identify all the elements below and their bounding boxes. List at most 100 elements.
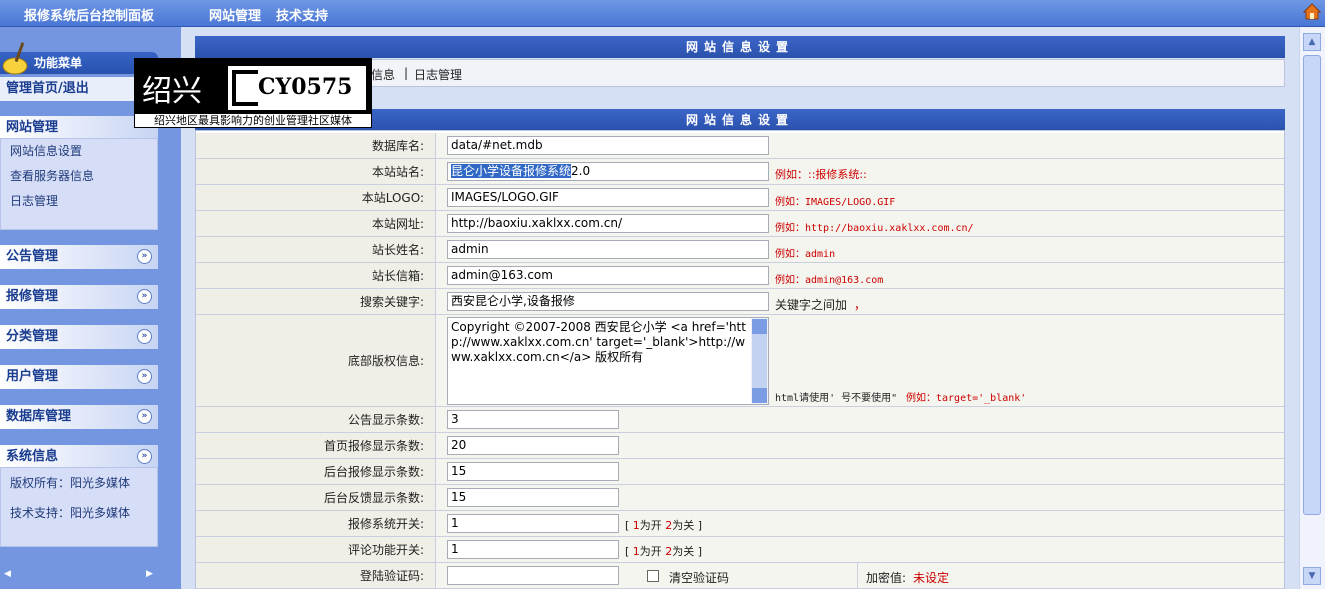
nav-tech-support[interactable]: 技术支持 bbox=[276, 5, 328, 24]
comment-switch-hint: [ 1为开 2为关 ] bbox=[625, 545, 703, 558]
admin-name-input[interactable]: admin bbox=[447, 240, 769, 259]
form-row-home-repair-count: 首页报修显示条数: 20 bbox=[196, 433, 1284, 459]
sidebar-section-label: 系统信息 bbox=[6, 449, 59, 464]
field-label: 本站网址: bbox=[196, 211, 436, 236]
sidebar-horizontal-scrollbar[interactable]: ◀ ▶ bbox=[0, 566, 181, 586]
form-row-admin-repair-count: 后台报修显示条数: 15 bbox=[196, 459, 1284, 485]
field-label: 报修系统开关: bbox=[196, 511, 436, 536]
keywords-hint: 关键字之间加 bbox=[775, 298, 848, 312]
tech-support-text: 技术支持：阳光多媒体 bbox=[10, 506, 131, 520]
encrypt-label: 加密值: bbox=[866, 571, 907, 585]
logo-brand-text: CY0575 bbox=[258, 74, 353, 100]
sidebar-item-site-info-settings[interactable]: 网站信息设置 bbox=[1, 139, 157, 164]
sidebar-section-label: 数据库管理 bbox=[6, 409, 72, 424]
field-label: 站长信箱: bbox=[196, 263, 436, 288]
logo-bracket-icon bbox=[232, 70, 258, 106]
sidebar-section-system-info[interactable]: 系统信息 » bbox=[0, 445, 158, 469]
form-row-admin-feedback-count: 后台反馈显示条数: 15 bbox=[196, 485, 1284, 511]
sidebar-section-user-management[interactable]: 用户管理 » bbox=[0, 365, 158, 389]
site-url-input[interactable]: http://baoxiu.xaklxx.com.cn/ bbox=[447, 214, 769, 233]
admin-name-hint: 例如：admin bbox=[775, 249, 836, 260]
site-url-hint: 例如：http://baoxiu.xaklxx.com.cn/ bbox=[775, 223, 974, 234]
scroll-up-button[interactable] bbox=[752, 319, 767, 334]
logo-city-text: 绍兴 bbox=[142, 74, 202, 109]
clear-code-checkbox[interactable] bbox=[647, 570, 659, 582]
textarea-scrollbar[interactable] bbox=[751, 318, 768, 404]
scroll-down-button[interactable] bbox=[752, 388, 767, 403]
copyright-hint-example: 例如：target='_blank' bbox=[906, 393, 1027, 404]
comment-switch-input[interactable]: 1 bbox=[447, 540, 619, 559]
field-label: 公告显示条数: bbox=[196, 407, 436, 432]
scroll-thumb[interactable] bbox=[1303, 55, 1321, 515]
admin-email-hint: 例如：admin@163.com bbox=[775, 275, 884, 286]
hint-open-text: 为开 bbox=[639, 519, 662, 532]
chevron-down-icon[interactable]: » bbox=[137, 289, 152, 304]
tab-info[interactable]: 信息 bbox=[371, 66, 395, 83]
sidebar-section-label: 公告管理 bbox=[6, 249, 59, 264]
hint-close-text: 为关 bbox=[672, 519, 695, 532]
db-name-input[interactable]: data/#net.mdb bbox=[447, 136, 769, 155]
chevron-down-icon[interactable]: » bbox=[137, 409, 152, 424]
panel-header: 网站信息设置 bbox=[195, 36, 1285, 58]
nav-site-management[interactable]: 网站管理 bbox=[209, 5, 261, 24]
hint-open-value: 1 bbox=[632, 545, 640, 558]
scroll-down-icon[interactable]: ▼ bbox=[1303, 567, 1321, 585]
main-vertical-scrollbar[interactable]: ▲ ▼ bbox=[1299, 27, 1325, 589]
cy0575-logo[interactable]: 绍兴 CY0575 绍兴地区最具影响力的创业管理社区媒体 bbox=[134, 58, 372, 128]
sidebar-item-server-info[interactable]: 查看服务器信息 bbox=[1, 164, 157, 189]
app-title: 报修系统后台控制面板 bbox=[24, 9, 155, 24]
form-row-keywords: 搜索关键字: 西安昆仑小学,设备报修 关键字之间加 ， bbox=[196, 289, 1284, 315]
chevron-down-icon[interactable]: » bbox=[137, 369, 152, 384]
site-settings-form: 数据库名: data/#net.mdb 本站站名: 昆仑小学设备报修系统2.0 … bbox=[195, 130, 1285, 589]
field-label: 本站站名: bbox=[196, 159, 436, 184]
tab-log-management[interactable]: 日志管理 bbox=[414, 66, 462, 83]
sidebar-item-log-management[interactable]: 日志管理 bbox=[1, 189, 157, 214]
copyright-owner-text: 版权所有：阳光多媒体 bbox=[10, 476, 131, 490]
form-row-db-name: 数据库名: data/#net.mdb bbox=[196, 133, 1284, 159]
field-label: 评论功能开关: bbox=[196, 537, 436, 562]
logo-brand-box: CY0575 bbox=[228, 66, 366, 110]
unselected-text: 2.0 bbox=[571, 164, 591, 178]
keywords-input[interactable]: 西安昆仑小学,设备报修 bbox=[447, 292, 769, 311]
sidebar-section-category-management[interactable]: 分类管理 » bbox=[0, 325, 158, 349]
chevron-down-icon[interactable]: » bbox=[137, 449, 152, 464]
field-label: 底部版权信息: bbox=[196, 315, 436, 406]
site-logo-input[interactable]: IMAGES/LOGO.GIF bbox=[447, 188, 769, 207]
form-row-login-code: 登陆验证码: 清空验证码 加密值: 未设定 bbox=[196, 563, 1284, 589]
broom-icon bbox=[2, 42, 28, 75]
repair-switch-hint: [ 1为开 2为关 ] bbox=[625, 519, 703, 532]
admin-feedback-count-input[interactable]: 15 bbox=[447, 488, 619, 507]
selected-text: 昆仑小学设备报修系统 bbox=[451, 164, 572, 178]
sidebar-site-management-list: 网站信息设置 查看服务器信息 日志管理 bbox=[0, 138, 158, 230]
field-label: 首页报修显示条数: bbox=[196, 433, 436, 458]
login-code-input[interactable] bbox=[447, 566, 619, 585]
home-icon[interactable] bbox=[1303, 3, 1321, 21]
scroll-left-icon[interactable]: ◀ bbox=[4, 569, 11, 579]
scroll-up-icon[interactable]: ▲ bbox=[1303, 33, 1321, 51]
scroll-right-icon[interactable]: ▶ bbox=[146, 569, 153, 579]
scroll-thumb[interactable] bbox=[752, 334, 767, 388]
home-repair-count-input[interactable]: 20 bbox=[447, 436, 619, 455]
tab-separator: | bbox=[404, 66, 409, 80]
logo-slogan: 绍兴地区最具影响力的创业管理社区媒体 bbox=[134, 113, 372, 128]
site-name-hint: 例如：::报修系统:: bbox=[775, 168, 867, 181]
form-row-repair-switch: 报修系统开关: 1 [ 1为开 2为关 ] bbox=[196, 511, 1284, 537]
sidebar-section-label: 分类管理 bbox=[6, 329, 59, 344]
form-row-site-logo: 本站LOGO: IMAGES/LOGO.GIF 例如：IMAGES/LOGO.G… bbox=[196, 185, 1284, 211]
admin-email-input[interactable]: admin@163.com bbox=[447, 266, 769, 285]
sidebar-system-info-list: 版权所有：阳光多媒体 技术支持：阳光多媒体 bbox=[0, 467, 158, 547]
copyright-text: Copyright ©2007-2008 西安昆仑小学 <a href='htt… bbox=[451, 320, 746, 364]
admin-repair-count-input[interactable]: 15 bbox=[447, 462, 619, 481]
notice-count-input[interactable]: 3 bbox=[447, 410, 619, 429]
copyright-textarea[interactable]: Copyright ©2007-2008 西安昆仑小学 <a href='htt… bbox=[447, 317, 769, 405]
top-bar: 报修系统后台控制面板 网站管理 技术支持 bbox=[0, 0, 1325, 27]
sidebar-section-database-management[interactable]: 数据库管理 » bbox=[0, 405, 158, 429]
repair-switch-input[interactable]: 1 bbox=[447, 514, 619, 533]
sidebar-section-repair-management[interactable]: 报修管理 » bbox=[0, 285, 158, 309]
field-label: 后台反馈显示条数: bbox=[196, 485, 436, 510]
site-name-input[interactable]: 昆仑小学设备报修系统2.0 bbox=[447, 162, 769, 181]
field-label: 登陆验证码: bbox=[196, 563, 436, 588]
sidebar-section-notice-management[interactable]: 公告管理 » bbox=[0, 245, 158, 269]
chevron-down-icon[interactable]: » bbox=[137, 329, 152, 344]
chevron-down-icon[interactable]: » bbox=[137, 249, 152, 264]
